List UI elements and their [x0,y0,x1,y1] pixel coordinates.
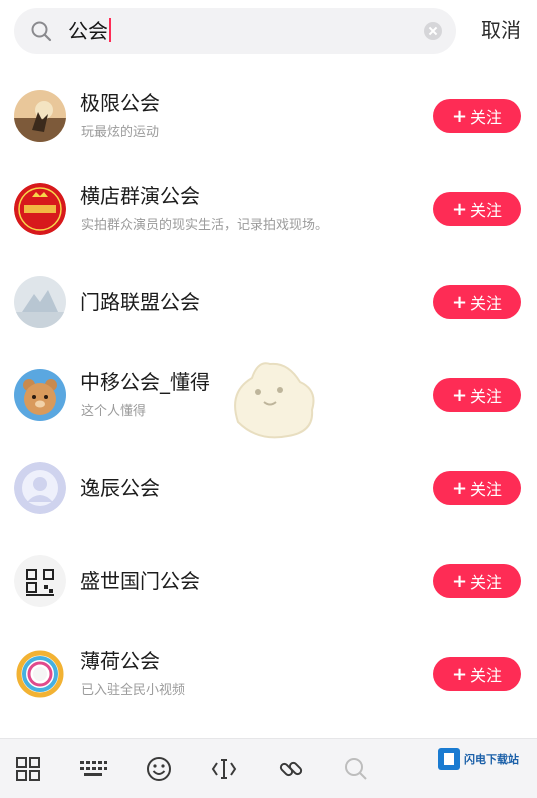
result-description: 这个人懂得 [81,404,147,419]
follow-label: 关注 [470,387,503,406]
cursor-icon[interactable] [210,755,238,783]
follow-button[interactable]: + 关注 [433,99,521,133]
result-name: 横店群演公会 [80,184,200,208]
cancel-button[interactable]: 取消 [481,16,521,44]
result-name: 逸辰公会 [80,476,160,500]
follow-label: 关注 [470,294,503,313]
result-description: 玩最炫的运动 [81,125,160,140]
plus-icon: + [451,384,468,406]
avatar [14,90,66,142]
grid-icon[interactable] [14,755,42,783]
plus-icon: + [451,198,468,220]
follow-button[interactable]: + 关注 [433,192,521,226]
search-query: 公会 [68,18,111,44]
plus-icon: + [451,570,468,592]
search-icon[interactable] [342,755,370,783]
plus-icon: + [451,291,468,313]
text-caret [109,18,111,42]
clear-icon[interactable] [424,22,442,40]
list-item[interactable]: 薄荷公会 已入驻全民小视频 + 关注 [0,626,537,719]
list-item[interactable]: 盛世国门公会 + 关注 [0,533,537,626]
keyboard-icon[interactable] [78,755,108,783]
follow-label: 关注 [470,201,503,220]
avatar [14,462,66,514]
follow-label: 关注 [470,666,503,685]
list-item[interactable]: 极限公会 玩最炫的运动 + 关注 [0,68,537,161]
follow-label: 关注 [470,108,503,127]
follow-label: 关注 [470,573,503,592]
search-input[interactable]: 公会 [14,8,456,54]
result-name: 中移公会_懂得 [80,370,210,394]
watermark-mascot-icon [234,362,315,439]
follow-button[interactable]: + 关注 [433,471,521,505]
avatar [14,276,66,328]
follow-label: 关注 [470,480,503,499]
emoji-icon[interactable] [145,755,173,783]
list-item[interactable]: 逸辰公会 + 关注 [0,440,537,533]
watermark-logo-icon [438,748,460,770]
watermark-badge: 闪电下载站 [438,744,530,774]
avatar [14,369,66,421]
avatar [14,555,66,607]
follow-button[interactable]: + 关注 [433,285,521,319]
search-header: 公会 取消 [0,0,537,64]
plus-icon: + [451,477,468,499]
plus-icon: + [451,663,468,685]
list-item[interactable]: 门路联盟公会 + 关注 [0,254,537,347]
follow-button[interactable]: + 关注 [433,564,521,598]
watermark-text: 闪电下载站 [464,753,519,766]
list-item[interactable]: 横店群演公会 实拍群众演员的现实生活，记录拍戏现场。 + 关注 [0,161,537,254]
result-name: 薄荷公会 [80,649,160,673]
avatar [14,183,66,235]
result-name: 门路联盟公会 [80,290,200,314]
result-name: 盛世国门公会 [80,569,200,593]
result-name: 极限公会 [80,91,160,115]
link-icon[interactable] [277,755,305,783]
search-icon [31,21,52,42]
follow-button[interactable]: + 关注 [433,657,521,691]
plus-icon: + [451,105,468,127]
result-description: 已入驻全民小视频 [81,683,186,698]
result-description: 实拍群众演员的现实生活，记录拍戏现场。 [81,218,329,233]
avatar [14,648,66,700]
follow-button[interactable]: + 关注 [433,378,521,412]
